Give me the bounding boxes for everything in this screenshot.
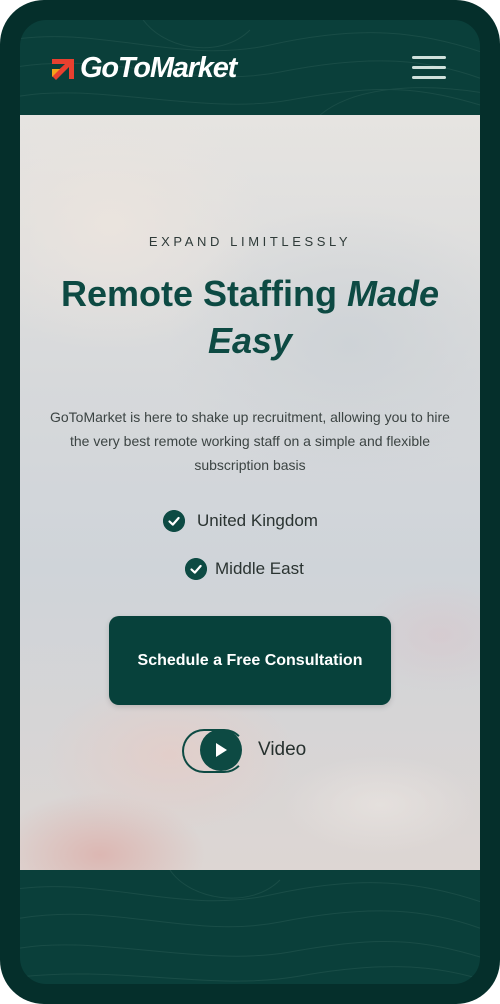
hero-title: Remote Staffing Made Easy [30, 270, 470, 364]
video-label[interactable]: Video [258, 739, 306, 761]
video-button[interactable]: Video [182, 729, 306, 773]
menu-bar [412, 66, 446, 69]
site-header: GoToMarket [20, 20, 480, 115]
logo-arrow-icon [52, 59, 74, 80]
hero-section: EXPAND LIMITLESSLY Remote Staffing Made … [20, 115, 480, 870]
menu-bar [412, 56, 446, 59]
location-item-united-kingdom: United Kingdom [163, 509, 318, 533]
location-label: United Kingdom [197, 511, 318, 530]
logo-text: GoToMarket [80, 51, 237, 84]
menu-bar [412, 76, 446, 79]
hero-description: GoToMarket is here to shake up recruitme… [50, 409, 450, 473]
play-button-circle[interactable] [200, 729, 242, 771]
footer-band [20, 870, 480, 984]
screen: GoToMarket EXPAND LIMITLESSLY Remote Sta… [20, 20, 480, 984]
phone-frame: GoToMarket EXPAND LIMITLESSLY Remote Sta… [0, 0, 500, 1004]
hero-title-plain: Remote Staffing [60, 273, 347, 314]
location-item-middle-east: Middle East [185, 557, 304, 581]
check-circle-icon [163, 510, 185, 532]
hamburger-menu-icon[interactable] [412, 56, 446, 80]
check-circle-icon [185, 558, 207, 580]
logo[interactable]: GoToMarket [50, 50, 237, 86]
schedule-consultation-button[interactable]: Schedule a Free Consultation [109, 616, 391, 705]
play-icon [216, 743, 227, 757]
location-label: Middle East [215, 559, 304, 578]
video-toggle[interactable] [182, 729, 246, 773]
hero-eyebrow: EXPAND LIMITLESSLY [148, 234, 352, 249]
